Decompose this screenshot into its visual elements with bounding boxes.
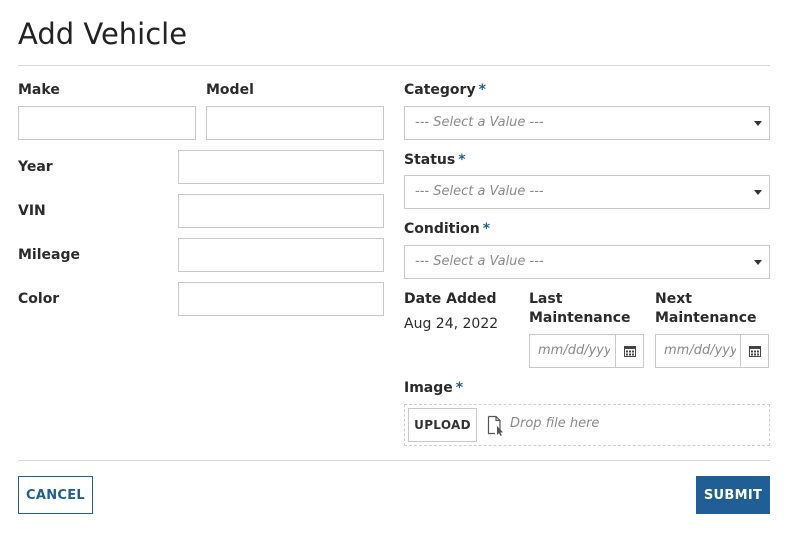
chevron-down-icon (754, 260, 762, 265)
mileage-label: Mileage (18, 247, 80, 263)
required-marker: * (455, 380, 464, 396)
status-select-placeholder: --- Select a Value --- (415, 184, 544, 199)
make-label: Make (18, 82, 60, 98)
date-added-value: Aug 24, 2022 (404, 316, 499, 332)
chevron-down-icon (754, 121, 762, 126)
next-maintenance-date-input[interactable]: mm/dd/yyyy (655, 334, 769, 368)
color-label: Color (18, 291, 60, 307)
footer-divider (18, 460, 770, 461)
status-label: Status * (404, 152, 466, 168)
model-label: Model (206, 82, 254, 98)
last-maintenance-placeholder: mm/dd/yyyy (538, 343, 610, 358)
condition-select[interactable]: --- Select a Value --- (404, 245, 770, 279)
next-maintenance-label-line1: Next (655, 291, 692, 307)
required-marker: * (478, 82, 486, 98)
calendar-icon[interactable] (615, 335, 643, 367)
vin-input[interactable] (178, 194, 384, 228)
make-input[interactable] (18, 106, 196, 140)
submit-button[interactable]: SUBMIT (696, 476, 770, 514)
drop-file-text: Drop file here (510, 416, 600, 431)
file-drop-zone[interactable]: UPLOAD Drop file here (404, 404, 770, 446)
condition-label: Condition * (404, 221, 491, 237)
calendar-icon[interactable] (740, 335, 768, 367)
mileage-input[interactable] (178, 238, 384, 272)
category-select[interactable]: --- Select a Value --- (404, 106, 770, 140)
vin-label: VIN (18, 203, 46, 219)
category-select-placeholder: --- Select a Value --- (415, 115, 544, 130)
required-marker: * (458, 152, 466, 168)
year-label: Year (18, 159, 53, 175)
header-divider (18, 65, 770, 66)
date-added-label: Date Added (404, 291, 497, 307)
category-label: Category * (404, 82, 486, 98)
last-maintenance-label-line1: Last (529, 291, 563, 307)
condition-select-placeholder: --- Select a Value --- (415, 254, 544, 269)
last-maintenance-date-input[interactable]: mm/dd/yyyy (529, 334, 644, 368)
next-maintenance-placeholder: mm/dd/yyyy (664, 343, 736, 358)
last-maintenance-label-line2: Maintenance (529, 310, 631, 326)
page-title: Add Vehicle (18, 17, 188, 51)
image-label: Image * (404, 380, 464, 396)
model-input[interactable] (206, 106, 384, 140)
upload-button[interactable]: UPLOAD (408, 408, 477, 442)
year-input[interactable] (178, 150, 384, 184)
chevron-down-icon (754, 190, 762, 195)
status-select[interactable]: --- Select a Value --- (404, 175, 770, 209)
next-maintenance-label-line2: Maintenance (655, 310, 757, 326)
required-marker: * (482, 221, 491, 237)
file-drop-icon (487, 415, 503, 436)
cancel-button[interactable]: CANCEL (18, 476, 93, 514)
color-input[interactable] (178, 282, 384, 316)
